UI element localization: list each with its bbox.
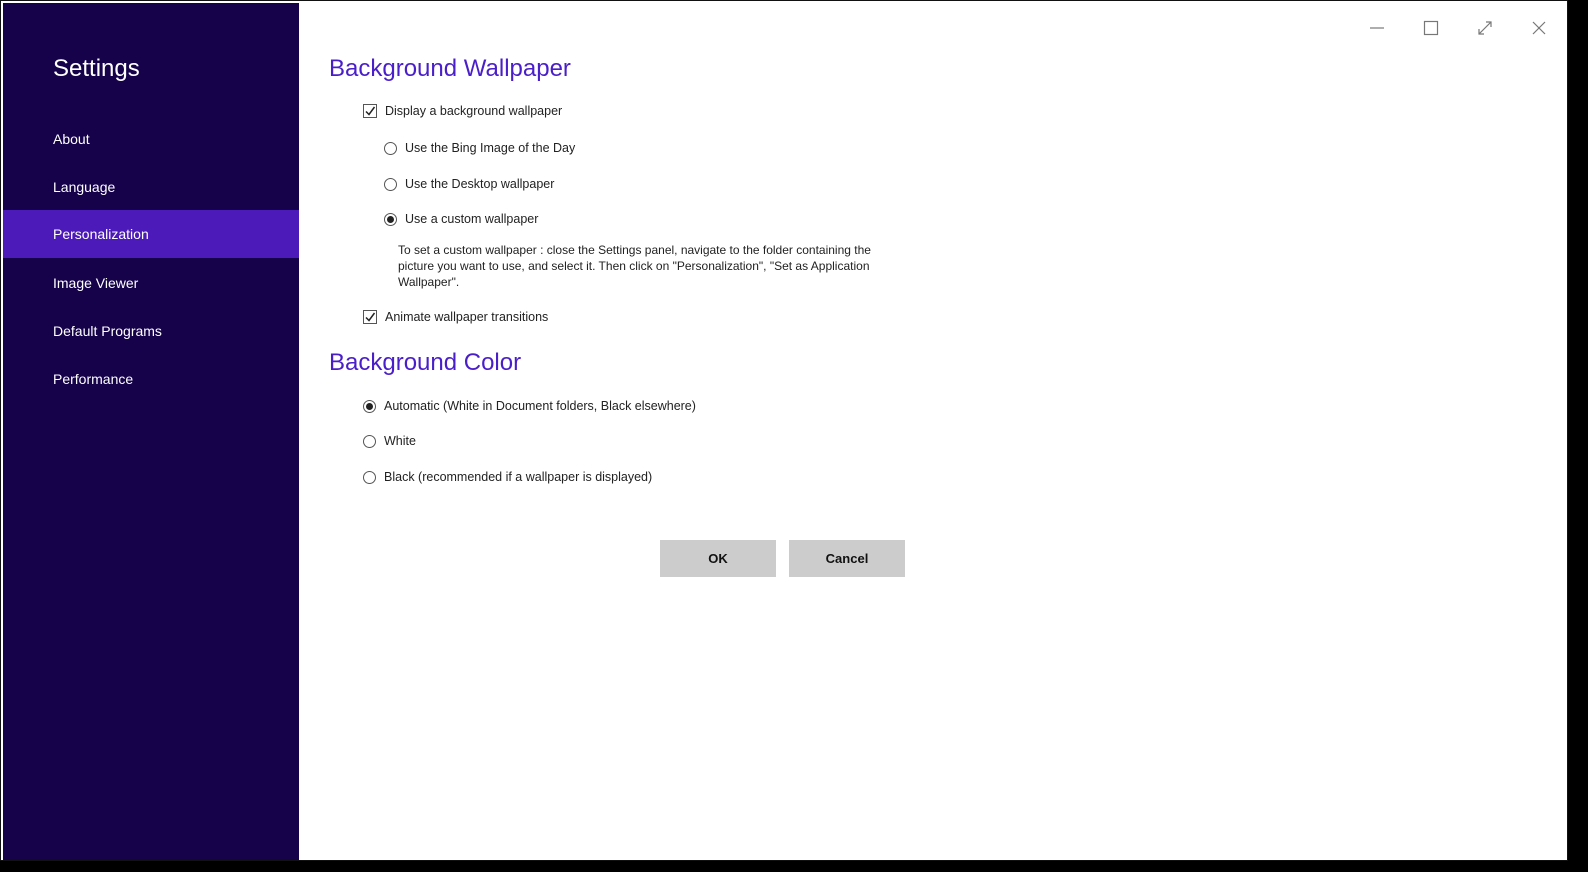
custom-wallpaper-info: To set a custom wallpaper : close the Se… (398, 243, 871, 289)
cancel-button[interactable]: Cancel (789, 540, 905, 577)
close-button[interactable] (1519, 13, 1559, 43)
sidebar-item-performance[interactable]: Performance (3, 355, 299, 403)
desktop-wallpaper-radio[interactable]: Use the Desktop wallpaper (384, 177, 554, 191)
automatic-color-radio[interactable]: Automatic (White in Document folders, Bl… (363, 399, 696, 413)
minimize-icon (1370, 27, 1384, 29)
bing-image-radio[interactable]: Use the Bing Image of the Day (384, 141, 575, 155)
checkmark-icon (365, 312, 376, 322)
animate-transitions-checkbox[interactable]: Animate wallpaper transitions (363, 310, 548, 324)
sidebar-item-language[interactable]: Language (3, 163, 299, 211)
radio-circle[interactable] (363, 399, 376, 413)
ok-button[interactable]: OK (660, 540, 776, 577)
radio-circle[interactable] (363, 470, 376, 484)
wallpaper-section-title: Background Wallpaper (329, 55, 571, 82)
sidebar-item-personalization[interactable]: Personalization (3, 210, 299, 258)
white-color-label: White (384, 434, 416, 448)
fullscreen-icon (1478, 21, 1492, 35)
settings-window: Settings About Language Personalization … (0, 0, 1568, 861)
bing-image-label: Use the Bing Image of the Day (405, 141, 576, 155)
minimize-button[interactable] (1357, 13, 1397, 43)
radio-selected-dot (387, 215, 394, 223)
custom-wallpaper-label: Use a custom wallpaper (405, 212, 539, 226)
display-wallpaper-checkbox[interactable]: Display a background wallpaper (363, 104, 562, 118)
fullscreen-button[interactable] (1465, 13, 1505, 43)
radio-circle[interactable] (384, 177, 397, 191)
maximize-icon (1423, 20, 1439, 36)
sidebar-title: Settings (53, 55, 140, 82)
sidebar-item-default-programs[interactable]: Default Programs (3, 307, 299, 355)
display-wallpaper-label: Display a background wallpaper (385, 104, 563, 118)
desktop-wallpaper-label: Use the Desktop wallpaper (405, 177, 555, 191)
sidebar-item-image-viewer[interactable]: Image Viewer (3, 259, 299, 307)
settings-content: Background Wallpaper Display a backgroun… (299, 3, 1565, 858)
checkmark-icon (365, 106, 376, 116)
sidebar-item-about[interactable]: About (3, 115, 299, 163)
close-icon (1532, 21, 1546, 35)
automatic-color-label: Automatic (White in Document folders, Bl… (384, 399, 696, 413)
radio-selected-dot (366, 402, 373, 410)
black-color-label: Black (recommended if a wallpaper is dis… (384, 470, 653, 484)
radio-circle[interactable] (384, 212, 397, 226)
checkbox-box[interactable] (363, 104, 377, 118)
radio-circle[interactable] (384, 141, 397, 155)
color-section-title: Background Color (329, 349, 522, 376)
radio-circle[interactable] (363, 434, 376, 448)
black-color-radio[interactable]: Black (recommended if a wallpaper is dis… (363, 470, 652, 484)
animate-transitions-label: Animate wallpaper transitions (385, 310, 549, 324)
checkbox-box[interactable] (363, 310, 377, 324)
sidebar: Settings About Language Personalization … (3, 3, 299, 860)
maximize-button[interactable] (1411, 13, 1451, 43)
custom-wallpaper-radio[interactable]: Use a custom wallpaper (384, 212, 538, 226)
white-color-radio[interactable]: White (363, 434, 416, 448)
